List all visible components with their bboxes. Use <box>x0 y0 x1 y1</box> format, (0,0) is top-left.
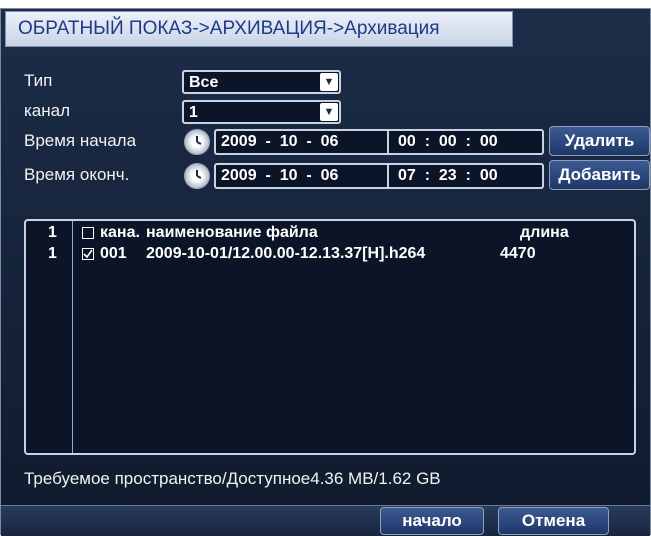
clock-icon[interactable] <box>184 163 210 189</box>
cancel-button[interactable]: Отмена <box>498 507 609 535</box>
start-time-label: Время начала <box>24 131 137 150</box>
end-time-label: Время оконч. <box>24 165 130 184</box>
end-datetime-field[interactable]: 2009 - 10 - 06 07 : 23 : 00 <box>214 163 544 189</box>
field-divider <box>387 165 389 187</box>
clock-icon[interactable] <box>184 129 210 155</box>
window-title: ОБРАТНЫЙ ПОКАЗ->АРХИВАЦИЯ->Архивация <box>18 18 440 39</box>
channel-value: 1 <box>189 104 198 121</box>
end-time[interactable]: 07 : 23 : 00 <box>398 167 498 185</box>
end-date[interactable]: 2009 - 10 - 06 <box>221 167 338 185</box>
row-index: 1 <box>48 245 57 262</box>
channel-label: канал <box>24 101 71 120</box>
row-checkbox[interactable] <box>82 248 94 260</box>
start-time[interactable]: 00 : 00 : 00 <box>398 133 498 151</box>
row-length: 4470 <box>500 245 536 262</box>
start-datetime-field[interactable]: 2009 - 10 - 06 00 : 00 : 00 <box>214 129 544 155</box>
row-channel: 001 <box>100 245 127 262</box>
delete-button[interactable]: Удалить <box>549 126 650 156</box>
type-label: Тип <box>24 71 53 90</box>
field-divider <box>387 131 389 153</box>
row-filename: 2009-10-01/12.00.00-12.13.37[H].h264 <box>146 245 426 262</box>
header-length: длина <box>520 224 569 241</box>
select-all-checkbox[interactable] <box>82 227 94 239</box>
title-bar: ОБРАТНЫЙ ПОКАЗ->АРХИВАЦИЯ->Архивация <box>5 11 513 47</box>
archive-dialog: ОБРАТНЫЙ ПОКАЗ->АРХИВАЦИЯ->Архивация Тип… <box>0 8 651 536</box>
space-status: Требуемое пространство/Доступное4.36 MB/… <box>24 469 441 488</box>
header-channel: кана. <box>100 224 140 241</box>
type-value: Все <box>189 74 219 91</box>
header-filename: наименование файла <box>146 224 318 241</box>
start-button[interactable]: начало <box>380 507 484 535</box>
type-select[interactable]: Все ▼ <box>182 70 341 94</box>
column-divider <box>72 221 73 453</box>
chevron-down-icon[interactable]: ▼ <box>320 73 338 91</box>
header-index: 1 <box>48 224 57 241</box>
start-date[interactable]: 2009 - 10 - 06 <box>221 133 338 151</box>
channel-select[interactable]: 1 ▼ <box>182 100 341 124</box>
chevron-down-icon[interactable]: ▼ <box>320 103 338 121</box>
file-list: 1 кана. наименование файла длина 1 001 2… <box>24 219 636 455</box>
add-button[interactable]: Добавить <box>549 160 650 190</box>
